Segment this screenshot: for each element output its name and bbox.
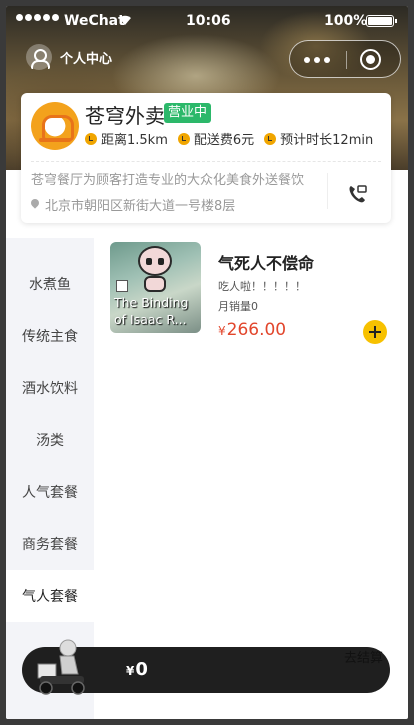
location-arrow-icon <box>264 132 277 145</box>
add-icon[interactable] <box>363 320 387 344</box>
card-vertical-divider <box>327 173 328 209</box>
status-bar: WeChat 10:06 100% <box>6 6 408 36</box>
distance-text: 距离1.5km <box>101 133 168 148</box>
price-value: 266.00 <box>226 320 287 340</box>
category-item[interactable]: 传统主食 <box>6 310 94 362</box>
wifi-icon <box>119 15 131 25</box>
battery-percentage: 100% <box>324 13 368 29</box>
signal-icon <box>16 14 59 21</box>
miniprogram-capsule <box>289 40 401 78</box>
store-name: 苍穹外卖 <box>85 104 165 128</box>
eta-info: 预计时长12min <box>264 129 373 148</box>
price-currency: ¥ <box>218 324 226 338</box>
image-caption: The Binding of Isaac R... <box>114 295 189 327</box>
store-description: 苍穹餐厅为顾客打造专业的大众化美食外送餐饮 <box>31 173 305 188</box>
user-icon <box>26 44 52 70</box>
dish-price: ¥266.00 <box>218 320 286 340</box>
yen-icon <box>177 132 190 145</box>
store-address: 北京市朝阳区新街大道一号楼8层 <box>31 195 235 214</box>
category-item[interactable]: 商务套餐 <box>6 518 94 570</box>
category-item-active[interactable]: 气人套餐 <box>6 570 94 622</box>
character-head <box>138 246 172 276</box>
dish-item[interactable]: The Binding of Isaac R... 气死人不偿命 吃人啦！！！！… <box>110 242 395 342</box>
delivery-rider-icon <box>37 639 85 695</box>
store-address-text: 北京市朝阳区新街大道一号楼8层 <box>45 199 236 214</box>
capsule-divider <box>346 51 347 69</box>
character-body <box>144 276 166 292</box>
dish-description: 吃人啦！！！！！ <box>218 280 306 293</box>
clock-icon <box>85 132 97 145</box>
dish-sales: 月销量0 <box>218 300 258 313</box>
cart-total: ¥0 <box>126 659 148 680</box>
delivery-fee-text: 配送费6元 <box>193 133 255 148</box>
dish-name: 气死人不偿命 <box>218 254 315 273</box>
location-icon <box>31 199 39 210</box>
delivery-fee-info: 配送费6元 <box>177 129 255 148</box>
status-badge: 营业中 <box>164 103 212 123</box>
store-meta: 距离1.5km 配送费6元 预计时长12min <box>85 129 383 148</box>
cart-total-value: 0 <box>135 659 148 680</box>
phone-icon[interactable] <box>346 183 368 205</box>
clock-time: 10:06 <box>186 13 231 29</box>
cart-currency: ¥ <box>126 664 135 678</box>
character-eye <box>158 258 164 265</box>
shortcut-icon <box>116 280 128 292</box>
distance-info: 距离1.5km <box>85 129 168 148</box>
category-item[interactable]: 人气套餐 <box>6 466 94 518</box>
category-item[interactable]: 汤类 <box>6 414 94 466</box>
category-item[interactable]: 酒水饮料 <box>6 362 94 414</box>
target-icon[interactable] <box>360 49 381 70</box>
battery-icon <box>366 15 397 27</box>
eta-text: 预计时长12min <box>280 133 374 148</box>
store-logo <box>31 102 79 150</box>
more-icon[interactable] <box>304 57 330 63</box>
carrier-label: WeChat <box>64 13 125 29</box>
store-info-card: 苍穹外卖 营业中 距离1.5km 配送费6元 预计时长12min 苍穹餐厅为顾客… <box>21 93 391 223</box>
checkout-button[interactable]: 去结算 <box>344 647 383 666</box>
card-divider <box>31 161 381 162</box>
dish-image: The Binding of Isaac R... <box>110 242 201 333</box>
category-item[interactable]: 水煮鱼 <box>6 258 94 310</box>
user-center-label: 个人中心 <box>60 51 113 67</box>
app-frame: WeChat 10:06 100% 个人中心 苍穹外卖 营业中 距离1.5km … <box>6 6 408 719</box>
character-eye <box>146 258 152 265</box>
user-center-link[interactable]: 个人中心 <box>26 44 112 70</box>
